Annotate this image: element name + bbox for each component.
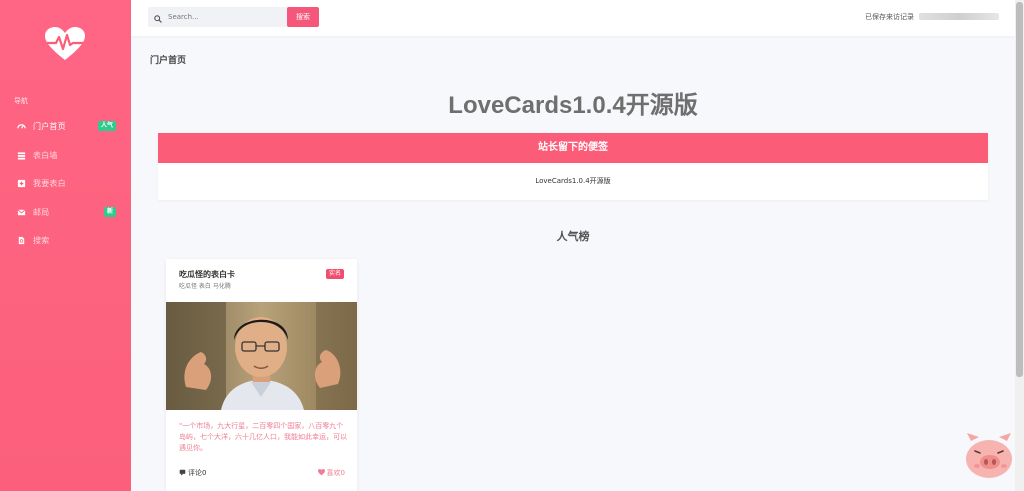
card-title: 吃瓜怪的表白卡 <box>179 270 235 279</box>
sidebar-item-mail[interactable]: 邮局 新 <box>0 201 131 223</box>
comment-label: 评论0 <box>188 469 207 477</box>
scrollbar-thumb[interactable] <box>1016 2 1023 377</box>
card-photo[interactable] <box>166 302 357 410</box>
breadcrumb: 门户首页 <box>150 56 187 66</box>
sidebar-item-label: 门户首页 <box>33 121 66 131</box>
search-box <box>148 7 288 27</box>
sidebar-item-label: 表白墙 <box>33 150 58 160</box>
sidebar-item-home[interactable]: 门户首页 人气 <box>0 115 131 137</box>
sidebar: 导航 门户首页 人气 表白墙 我要表白 邮局 新 搜索 <box>0 0 131 491</box>
sidebar-item-confess[interactable]: 我要表白 <box>0 172 131 194</box>
dashboard-icon <box>17 122 26 131</box>
sidebar-item-label: 搜索 <box>33 235 50 245</box>
sidebar-item-label: 我要表白 <box>33 178 66 188</box>
page-title: LoveCards1.0.4开源版 <box>448 92 698 119</box>
new-badge: 新 <box>103 207 116 217</box>
visit-record-redacted <box>919 13 999 20</box>
visit-record-label: 已保存来访记录 <box>865 13 914 21</box>
card-text: "一个市场，九大行星，二百零四个国家，八百零九个岛屿，七个大洋，六十几亿人口，我… <box>179 422 347 452</box>
top-header: 搜索 已保存来访记录 <box>131 0 1015 36</box>
comment-count[interactable]: 评论0 <box>179 468 206 478</box>
real-name-tag: 实名 <box>325 269 344 279</box>
mail-icon <box>17 208 26 217</box>
search-input[interactable] <box>168 13 278 21</box>
section-title: 人气榜 <box>556 230 590 243</box>
notice-card: 站长留下的便签 LoveCards1.0.4开源版 <box>158 133 988 200</box>
sidebar-item-wall[interactable]: 表白墙 <box>0 144 131 166</box>
confession-card[interactable]: 吃瓜怪的表白卡 吃瓜怪 表白 马化腾 实名 "一个市场，九大行星，二百零四个国家… <box>166 259 357 491</box>
heart-pulse-logo-icon[interactable] <box>45 27 85 61</box>
like-count[interactable]: 喜欢0 <box>317 468 345 478</box>
like-label: 喜欢0 <box>326 469 345 477</box>
card-subtitle: 吃瓜怪 表白 马化腾 <box>179 283 231 290</box>
hot-badge: 人气 <box>97 121 116 131</box>
search-button[interactable]: 搜索 <box>287 7 319 27</box>
search-file-icon <box>17 236 26 245</box>
comment-icon <box>179 469 186 478</box>
notice-title: 站长留下的便签 <box>158 133 988 163</box>
nav-heading: 导航 <box>14 97 28 105</box>
plus-square-icon <box>17 179 26 188</box>
heart-icon <box>317 468 325 478</box>
search-icon <box>154 8 162 27</box>
stack-icon <box>17 151 26 160</box>
page-scrollbar[interactable] <box>1015 0 1024 491</box>
sidebar-item-label: 邮局 <box>33 207 50 217</box>
notice-body: LoveCards1.0.4开源版 <box>535 177 611 185</box>
sidebar-item-search[interactable]: 搜索 <box>0 229 131 251</box>
pig-mascot-icon[interactable] <box>965 433 1013 479</box>
